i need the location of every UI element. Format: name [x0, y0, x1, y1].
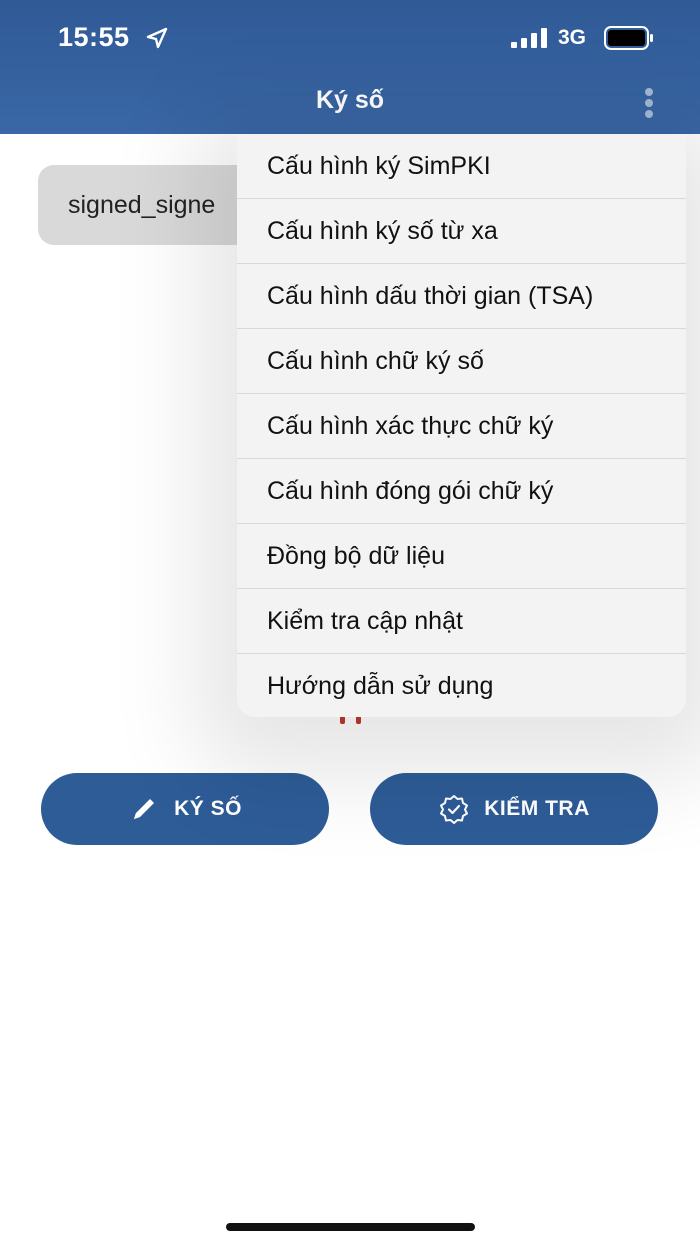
verified-badge-icon: [440, 795, 469, 824]
status-bar: 15:55 3G: [0, 0, 700, 76]
menu-item-signature-config[interactable]: Cấu hình chữ ký số: [237, 329, 686, 394]
battery-icon: [604, 26, 653, 50]
file-name-label: signed_signe: [68, 191, 216, 219]
cellular-signal-icon: [511, 28, 547, 48]
menu-item-packaging-config[interactable]: Cấu hình đóng gói chữ ký: [237, 459, 686, 524]
menu-item-simpki-config[interactable]: Cấu hình ký SimPKI: [237, 134, 686, 199]
menu-item-tsa-config[interactable]: Cấu hình dấu thời gian (TSA): [237, 264, 686, 329]
verify-button-label: KIỂM TRA: [484, 797, 590, 820]
app-header: 15:55 3G Ký số: [0, 0, 700, 134]
verify-button[interactable]: KIỂM TRA: [370, 773, 658, 845]
menu-item-sync-data[interactable]: Đồng bộ dữ liệu: [237, 524, 686, 589]
network-type: 3G: [558, 26, 587, 49]
sign-button[interactable]: KÝ SỐ: [41, 773, 329, 845]
page-title: Ký số: [315, 86, 385, 114]
options-menu: Cấu hình ký SimPKI Cấu hình ký số từ xa …: [237, 134, 686, 717]
location-arrow-icon: [146, 27, 168, 49]
menu-item-user-guide[interactable]: Hướng dẫn sử dụng: [237, 654, 686, 717]
menu-item-check-update[interactable]: Kiểm tra cập nhật: [237, 589, 686, 654]
home-indicator: [226, 1223, 475, 1231]
status-time: 15:55: [58, 22, 130, 52]
more-options-icon[interactable]: [639, 86, 659, 120]
loading-indicator: [338, 716, 368, 726]
menu-item-remote-sign-config[interactable]: Cấu hình ký số từ xa: [237, 199, 686, 264]
menu-item-verification-config[interactable]: Cấu hình xác thực chữ ký: [237, 394, 686, 459]
pencil-icon: [134, 799, 155, 819]
sign-button-label: KÝ SỐ: [174, 797, 242, 820]
